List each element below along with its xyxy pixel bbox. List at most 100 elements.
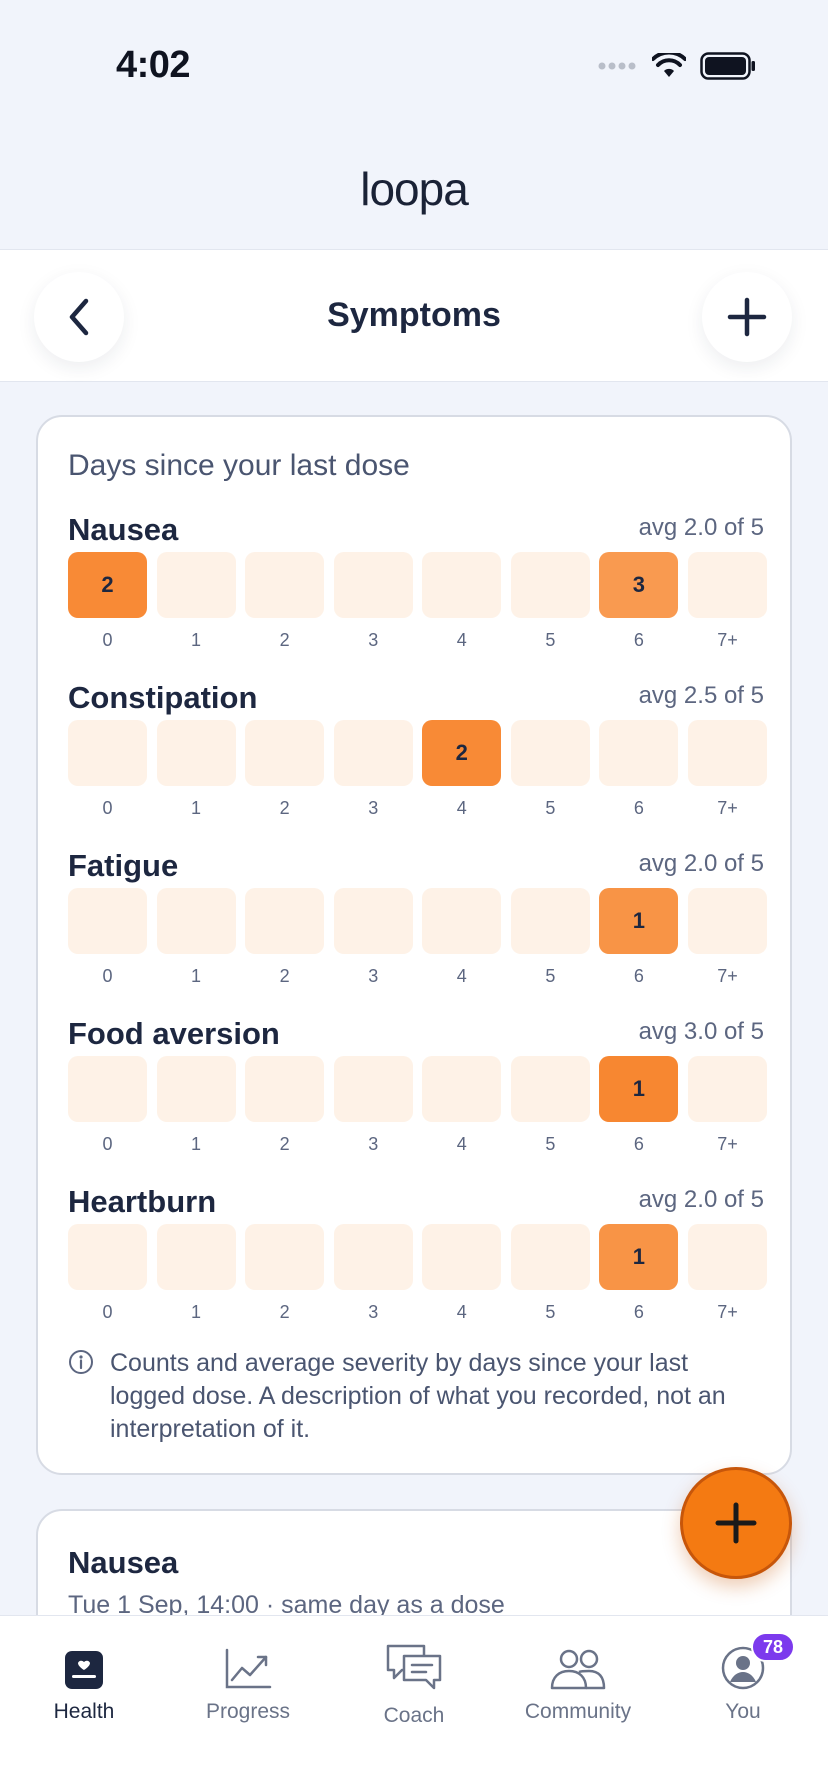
day-cell[interactable]: 1 bbox=[599, 1224, 679, 1290]
day-label: 6 bbox=[633, 798, 644, 818]
day-cell[interactable] bbox=[156, 552, 236, 618]
day-cell[interactable] bbox=[245, 888, 325, 954]
info-text: Counts and average severity by days sinc… bbox=[110, 1349, 726, 1443]
day-cell[interactable] bbox=[245, 1224, 325, 1290]
symptom-average: avg 2.5 of 5 bbox=[638, 682, 764, 709]
add-symptom-button[interactable] bbox=[702, 272, 792, 362]
day-cell[interactable] bbox=[333, 888, 413, 954]
day-label: 7+ bbox=[717, 966, 738, 986]
day-label: 7+ bbox=[717, 1134, 738, 1154]
floating-add-button[interactable] bbox=[680, 1467, 792, 1579]
day-cell[interactable] bbox=[245, 720, 325, 786]
day-label: 5 bbox=[545, 1134, 556, 1154]
tab-progress[interactable]: Progress bbox=[178, 1638, 318, 1748]
day-cell[interactable] bbox=[68, 1224, 147, 1290]
day-label: 3 bbox=[368, 630, 379, 650]
tab-community[interactable]: Community bbox=[508, 1638, 648, 1748]
day-cell[interactable] bbox=[422, 552, 502, 618]
day-cell[interactable] bbox=[422, 888, 502, 954]
day-cell[interactable] bbox=[156, 888, 236, 954]
day-label: 5 bbox=[545, 966, 556, 986]
day-label: 3 bbox=[368, 1134, 379, 1154]
day-cell[interactable] bbox=[687, 1224, 767, 1290]
day-cell[interactable] bbox=[510, 888, 590, 954]
status-icons bbox=[598, 52, 756, 80]
day-cell[interactable] bbox=[333, 552, 413, 618]
day-label: 1 bbox=[191, 1134, 202, 1154]
day-label: 1 bbox=[191, 798, 202, 818]
day-cells: 0 1 2 3 4 5 1 6 7+ bbox=[68, 1224, 767, 1322]
day-cell[interactable] bbox=[687, 552, 767, 618]
day-label: 6 bbox=[633, 1134, 644, 1154]
plus-icon bbox=[727, 297, 767, 337]
day-cell[interactable]: 2 bbox=[68, 552, 147, 618]
day-cell[interactable]: 1 bbox=[599, 1056, 679, 1122]
day-label: 5 bbox=[545, 798, 556, 818]
symptom-average: avg 2.0 of 5 bbox=[638, 1186, 764, 1213]
day-label: 6 bbox=[633, 630, 644, 650]
symptom-average: avg 2.0 of 5 bbox=[638, 850, 764, 877]
day-label: 7+ bbox=[717, 1302, 738, 1322]
day-label: 1 bbox=[191, 1302, 202, 1322]
tab-label: Health bbox=[53, 1700, 115, 1723]
day-cell[interactable] bbox=[510, 1056, 590, 1122]
day-cell[interactable] bbox=[422, 1224, 502, 1290]
info-icon bbox=[69, 1350, 93, 1374]
day-label: 1 bbox=[191, 630, 202, 650]
community-icon bbox=[550, 1649, 606, 1690]
symptom-row-fatigue: Fatigue avg 2.0 of 5 0 1 2 3 4 5 1 6 7+ bbox=[68, 848, 767, 1016]
day-label: 4 bbox=[456, 1302, 467, 1322]
day-label: 4 bbox=[456, 1134, 467, 1154]
day-cell[interactable] bbox=[245, 1056, 325, 1122]
day-cell[interactable] bbox=[333, 1224, 413, 1290]
symptom-row-nausea: Nausea avg 2.0 of 5 2 0 1 2 3 4 5 3 6 7+ bbox=[68, 512, 767, 680]
day-label: 0 bbox=[102, 798, 113, 818]
symptom-row-food-aversion: Food aversion avg 3.0 of 5 0 1 2 3 4 5 1 6 7+ bbox=[68, 1016, 767, 1184]
card-title: Days since your last dose bbox=[68, 449, 410, 482]
wifi-icon bbox=[652, 53, 686, 77]
status-time: 4:02 bbox=[116, 44, 191, 86]
tab-coach[interactable]: Coach bbox=[344, 1638, 484, 1748]
status-bar: 4:02 bbox=[0, 0, 828, 140]
symptom-name: Heartburn bbox=[68, 1184, 217, 1219]
day-cell[interactable] bbox=[156, 1056, 236, 1122]
day-label: 2 bbox=[279, 630, 290, 650]
day-cell[interactable] bbox=[333, 1056, 413, 1122]
day-cell[interactable] bbox=[599, 720, 679, 786]
tab-label: Coach bbox=[383, 1704, 445, 1727]
day-cell[interactable] bbox=[687, 720, 767, 786]
day-cell[interactable] bbox=[333, 720, 413, 786]
day-cells: 0 1 2 3 2 4 5 6 7+ bbox=[68, 720, 767, 818]
day-cell[interactable] bbox=[156, 1224, 236, 1290]
day-cell[interactable] bbox=[422, 1056, 502, 1122]
tab-you[interactable]: 78 You bbox=[673, 1632, 813, 1748]
day-label: 7+ bbox=[717, 798, 738, 818]
day-cell[interactable] bbox=[510, 720, 590, 786]
day-cell[interactable] bbox=[156, 720, 236, 786]
day-cell[interactable]: 2 bbox=[422, 720, 502, 786]
nav-bar: Symptoms bbox=[0, 250, 828, 382]
day-cell[interactable] bbox=[510, 552, 590, 618]
symptom-name: Nausea bbox=[68, 512, 179, 547]
day-label: 0 bbox=[102, 966, 113, 986]
day-label: 6 bbox=[633, 1302, 644, 1322]
day-cell[interactable]: 1 bbox=[599, 888, 679, 954]
tab-label: Progress bbox=[205, 1700, 291, 1723]
bottom-tab-bar: Health Progress Coach Community 78 You bbox=[0, 1615, 828, 1792]
day-cell[interactable] bbox=[687, 1056, 767, 1122]
tab-health[interactable]: Health bbox=[14, 1638, 154, 1748]
day-cell[interactable] bbox=[687, 888, 767, 954]
coach-icon bbox=[386, 1644, 442, 1690]
cellular-signal-icon bbox=[598, 62, 636, 70]
day-label: 3 bbox=[368, 798, 379, 818]
symptom-row-heartburn: Heartburn avg 2.0 of 5 0 1 2 3 4 5 1 6 7+ bbox=[68, 1184, 767, 1352]
day-cell[interactable] bbox=[68, 888, 147, 954]
day-cell[interactable] bbox=[68, 1056, 147, 1122]
day-label: 0 bbox=[102, 1134, 113, 1154]
day-cells: 0 1 2 3 4 5 1 6 7+ bbox=[68, 888, 767, 986]
day-cell[interactable] bbox=[245, 552, 325, 618]
day-cell[interactable]: 3 bbox=[599, 552, 679, 618]
plus-icon bbox=[715, 1502, 757, 1544]
day-cell[interactable] bbox=[510, 1224, 590, 1290]
day-cell[interactable] bbox=[68, 720, 147, 786]
